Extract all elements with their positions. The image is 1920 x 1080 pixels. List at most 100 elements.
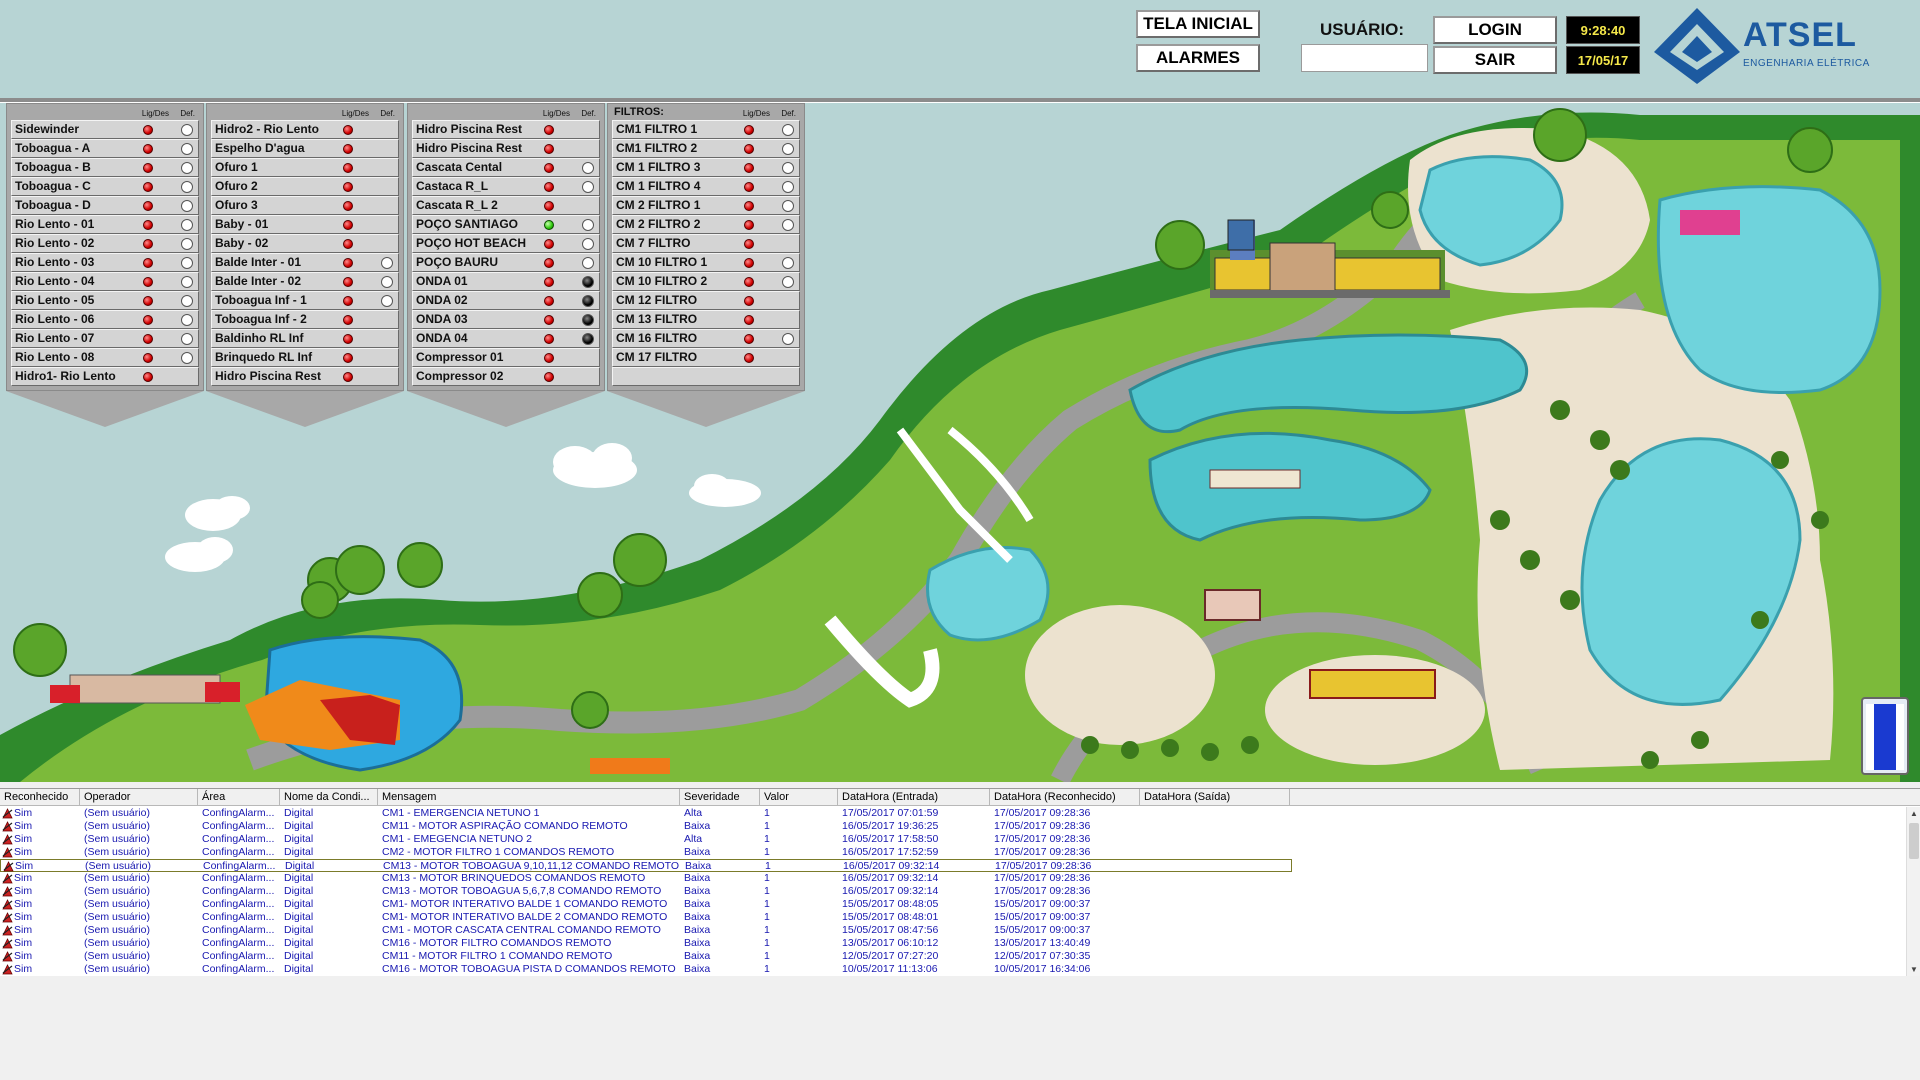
column-header[interactable]: Nome da Condi... bbox=[280, 789, 378, 806]
device-row[interactable]: CM 13 FILTRO bbox=[612, 310, 800, 329]
sair-button[interactable]: SAIR bbox=[1433, 46, 1557, 74]
device-row[interactable]: Ofuro 1 bbox=[211, 158, 399, 177]
device-row[interactable]: Hidro Piscina Rest bbox=[412, 139, 600, 158]
scroll-thumb[interactable] bbox=[1909, 823, 1919, 859]
status-led-icon[interactable] bbox=[143, 239, 153, 249]
device-row[interactable]: Hidro Piscina Rest bbox=[412, 120, 600, 139]
status-led-icon[interactable] bbox=[544, 201, 554, 211]
status-led-icon[interactable] bbox=[544, 353, 554, 363]
status-led-icon[interactable] bbox=[343, 353, 353, 363]
status-led-icon[interactable] bbox=[143, 334, 153, 344]
status-led-icon[interactable] bbox=[544, 182, 554, 192]
status-led-icon[interactable] bbox=[744, 315, 754, 325]
device-row[interactable]: CM 10 FILTRO 1 bbox=[612, 253, 800, 272]
device-row[interactable]: Baldinho RL Inf bbox=[211, 329, 399, 348]
alarm-row[interactable]: Sim (Sem usuário) ConfingAlarm... Digital CM… bbox=[0, 924, 1906, 937]
status-led-icon[interactable] bbox=[544, 220, 554, 230]
status-led-icon[interactable] bbox=[343, 144, 353, 154]
status-led-icon[interactable] bbox=[544, 334, 554, 344]
device-row[interactable]: Balde Inter - 01 bbox=[211, 253, 399, 272]
device-row[interactable]: Rio Lento - 04 bbox=[11, 272, 199, 291]
device-row[interactable]: Hidro1- Rio Lento bbox=[11, 367, 199, 386]
device-row[interactable]: Rio Lento - 07 bbox=[11, 329, 199, 348]
alarm-row[interactable]: Sim (Sem usuário) ConfingAlarm... Digital CM… bbox=[0, 885, 1906, 898]
device-row[interactable]: Toboagua - D bbox=[11, 196, 199, 215]
device-row[interactable]: Ofuro 3 bbox=[211, 196, 399, 215]
device-row[interactable]: POÇO BAURU bbox=[412, 253, 600, 272]
device-row[interactable]: Toboagua - B bbox=[11, 158, 199, 177]
device-row[interactable]: CM 1 FILTRO 4 bbox=[612, 177, 800, 196]
status-led-icon[interactable] bbox=[343, 315, 353, 325]
column-header[interactable]: DataHora (Entrada) bbox=[838, 789, 990, 806]
status-led-icon[interactable] bbox=[744, 277, 754, 287]
device-row[interactable]: Compressor 01 bbox=[412, 348, 600, 367]
tela-inicial-button[interactable]: TELA INICIAL bbox=[1136, 10, 1260, 38]
status-led-icon[interactable] bbox=[343, 372, 353, 382]
status-led-icon[interactable] bbox=[744, 334, 754, 344]
status-led-icon[interactable] bbox=[143, 258, 153, 268]
alarm-row[interactable]: Sim (Sem usuário) ConfingAlarm... Digital CM… bbox=[0, 833, 1906, 846]
status-led-icon[interactable] bbox=[343, 239, 353, 249]
column-header[interactable]: DataHora (Saída) bbox=[1140, 789, 1290, 806]
status-led-icon[interactable] bbox=[143, 277, 153, 287]
device-row[interactable]: CM1 FILTRO 2 bbox=[612, 139, 800, 158]
device-row[interactable]: Rio Lento - 06 bbox=[11, 310, 199, 329]
device-row[interactable]: Ofuro 2 bbox=[211, 177, 399, 196]
column-header[interactable]: DataHora (Reconhecido) bbox=[990, 789, 1140, 806]
device-row[interactable]: Rio Lento - 01 bbox=[11, 215, 199, 234]
status-led-icon[interactable] bbox=[544, 125, 554, 135]
device-row[interactable]: CM1 FILTRO 1 bbox=[612, 120, 800, 139]
status-led-icon[interactable] bbox=[744, 220, 754, 230]
column-header[interactable]: Mensagem bbox=[378, 789, 680, 806]
device-row[interactable]: CM 1 FILTRO 3 bbox=[612, 158, 800, 177]
alarm-row[interactable]: Sim (Sem usuário) ConfingAlarm... Digital CM… bbox=[0, 820, 1906, 833]
column-header[interactable]: Valor bbox=[760, 789, 838, 806]
device-row[interactable]: Rio Lento - 08 bbox=[11, 348, 199, 367]
device-row[interactable]: Baby - 01 bbox=[211, 215, 399, 234]
usuario-input[interactable] bbox=[1301, 44, 1428, 72]
alarm-row[interactable]: Sim (Sem usuário) ConfingAlarm... Digital CM… bbox=[0, 950, 1906, 963]
device-row[interactable]: Hidro Piscina Rest bbox=[211, 367, 399, 386]
status-led-icon[interactable] bbox=[343, 125, 353, 135]
device-row[interactable]: Cascata R_L 2 bbox=[412, 196, 600, 215]
status-led-icon[interactable] bbox=[143, 125, 153, 135]
column-header[interactable]: Reconhecido bbox=[0, 789, 80, 806]
status-led-icon[interactable] bbox=[343, 163, 353, 173]
status-led-icon[interactable] bbox=[544, 372, 554, 382]
status-led-icon[interactable] bbox=[343, 334, 353, 344]
status-led-icon[interactable] bbox=[744, 182, 754, 192]
device-row[interactable]: CM 2 FILTRO 2 bbox=[612, 215, 800, 234]
alarm-row[interactable]: Sim (Sem usuário) ConfingAlarm... Digital CM… bbox=[0, 963, 1906, 976]
status-led-icon[interactable] bbox=[343, 258, 353, 268]
device-row[interactable]: Baby - 02 bbox=[211, 234, 399, 253]
alarm-row[interactable]: Sim (Sem usuário) ConfingAlarm... Digital CM… bbox=[0, 859, 1292, 872]
status-led-icon[interactable] bbox=[744, 239, 754, 249]
status-led-icon[interactable] bbox=[744, 201, 754, 211]
status-led-icon[interactable] bbox=[143, 201, 153, 211]
column-header[interactable]: Operador bbox=[80, 789, 198, 806]
device-row[interactable]: ONDA 02 bbox=[412, 291, 600, 310]
alarm-row[interactable]: Sim (Sem usuário) ConfingAlarm... Digital CM… bbox=[0, 898, 1906, 911]
device-row[interactable]: ONDA 01 bbox=[412, 272, 600, 291]
status-led-icon[interactable] bbox=[544, 144, 554, 154]
device-row[interactable]: Sidewinder bbox=[11, 120, 199, 139]
scroll-up-icon[interactable]: ▲ bbox=[1907, 807, 1920, 821]
device-row[interactable]: CM 10 FILTRO 2 bbox=[612, 272, 800, 291]
device-row[interactable]: Espelho D'agua bbox=[211, 139, 399, 158]
device-row[interactable]: Compressor 02 bbox=[412, 367, 600, 386]
status-led-icon[interactable] bbox=[544, 163, 554, 173]
device-row[interactable]: Rio Lento - 02 bbox=[11, 234, 199, 253]
device-row[interactable]: Brinquedo RL Inf bbox=[211, 348, 399, 367]
device-row[interactable]: Toboagua - A bbox=[11, 139, 199, 158]
device-row[interactable]: CM 16 FILTRO bbox=[612, 329, 800, 348]
status-led-icon[interactable] bbox=[343, 296, 353, 306]
device-row[interactable]: CM 7 FILTRO bbox=[612, 234, 800, 253]
device-row[interactable]: Castaca R_L bbox=[412, 177, 600, 196]
status-led-icon[interactable] bbox=[343, 220, 353, 230]
status-led-icon[interactable] bbox=[744, 125, 754, 135]
device-row[interactable]: POÇO SANTIAGO bbox=[412, 215, 600, 234]
status-led-icon[interactable] bbox=[143, 353, 153, 363]
alarm-row[interactable]: Sim (Sem usuário) ConfingAlarm... Digital CM… bbox=[0, 911, 1906, 924]
column-header[interactable]: Severidade bbox=[680, 789, 760, 806]
status-led-icon[interactable] bbox=[143, 220, 153, 230]
